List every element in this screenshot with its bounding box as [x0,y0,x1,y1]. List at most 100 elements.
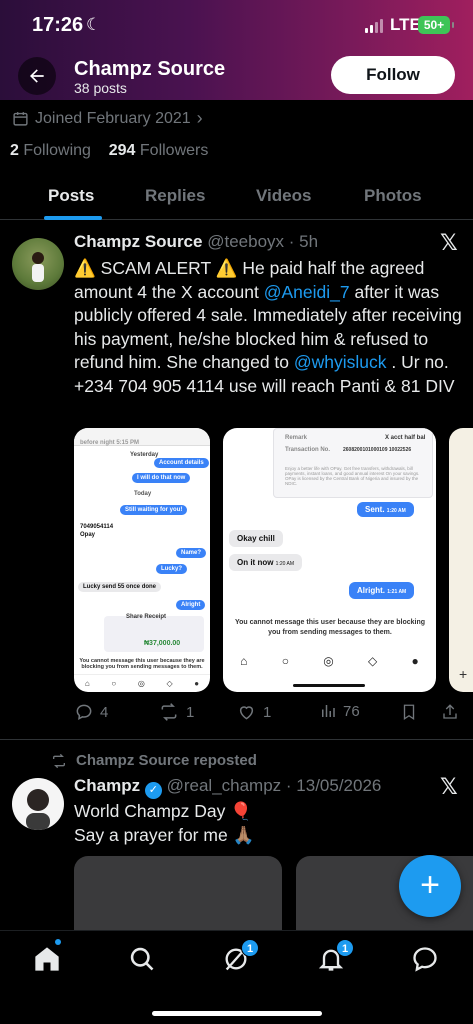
view-count: 76 [343,702,360,720]
post-actions: 4 1 1 76 [74,702,466,726]
network-label: LTE [390,15,421,34]
tab-videos[interactable]: Videos [256,186,311,206]
status-time: 17:26 [32,14,84,36]
heart-icon [239,706,254,720]
post-author: Champz ✓ @real_champz · 13/05/2026 [74,776,381,799]
like-count: 1 [263,703,272,721]
chat-bubble: Still waiting for you! [120,505,188,515]
following-label: Following [23,142,91,159]
repost-count: 1 [186,703,195,721]
media-image-1[interactable]: before night 5:15 PM Yesterday Account d… [74,428,210,692]
receipt-value: X acct half bal [385,435,426,441]
post-author: Champz Source @teeboyx · 5h [74,232,318,252]
moon-icon: ☾ [86,15,102,34]
calendar-icon [13,112,28,126]
chat-time: 1:21 AM [387,589,407,595]
bottom-nav: 1 1 [0,930,473,1024]
repost-icon [161,703,177,721]
profile-name: Champz Source [74,58,226,80]
compose-button[interactable]: + [399,855,461,917]
chat-header: before night 5:15 PM [80,440,140,446]
author-handle: @teeboyx · 5h [207,232,319,251]
media-image-2[interactable]: Remark X acct half bal Transaction No. 2… [223,428,436,692]
follow-stats: 2 Following 294 Followers [10,142,208,160]
repost-button[interactable]: 1 [158,702,194,722]
chat-bubble-text: On it now [237,558,274,567]
chat-bubble: Lucky send 55 once done [78,582,162,592]
nav-home[interactable] [33,945,63,975]
receipt-value: 2608200101000109 10022526 [343,447,412,453]
post-count: 38 posts [74,80,127,96]
chat-bubble: Okay chill [229,530,283,547]
like-button[interactable]: 1 [236,702,271,722]
chat-blocked-notice: You cannot message this user because the… [79,658,205,670]
repost-indicator: Champz Source reposted [50,752,257,769]
followers-link[interactable]: 294 Followers [109,142,209,159]
post-divider [0,739,473,740]
chat-bubble-text: Sent. [365,505,385,514]
arrow-left-icon [30,69,44,83]
chat-date: Yesterday [130,452,159,458]
nav-search[interactable] [128,945,158,975]
receipt-label: Transaction No. [285,447,331,453]
chat-bubble: Sent. 1:20 AM [357,502,414,517]
tab-posts[interactable]: Posts [48,186,94,206]
bookmark-icon [403,704,415,721]
chat-date: Today [134,491,152,497]
reply-count: 4 [100,703,109,721]
plus-icon: + [420,866,440,904]
chat-time: 1:20 AM [386,508,406,514]
chat-bank: Opay [80,532,96,538]
chat-blocked-notice: You cannot message this user because the… [234,619,426,636]
chart-icon [322,705,335,717]
active-tab-indicator [44,216,102,220]
home-indicator [152,1011,322,1016]
notifications-badge: 1 [336,939,354,957]
joined-text: Joined February 2021 [35,109,191,127]
repost-label: Champz Source reposted [76,752,257,769]
mention-link[interactable]: @whyisluck [294,352,387,372]
following-link[interactable]: 2 Following [10,142,91,159]
chevron-right-icon[interactable]: › [197,108,203,129]
author-name[interactable]: Champz Source [74,232,202,251]
mention-link[interactable]: @Aneidi_7 [264,282,350,302]
tab-replies[interactable]: Replies [145,186,205,206]
nav-messages[interactable] [411,945,441,975]
receipt-promo: Enjoy a better life with OPay. Get free … [285,466,420,486]
chat-bubble: I will do that now [132,473,191,483]
chat-bubble: Lucky? [156,564,188,574]
following-count: 2 [10,142,19,159]
profile-tabs: Posts Replies Videos Photos [0,174,473,220]
share-button[interactable] [441,702,459,722]
chat-amount: ₦37,000.00 [144,640,181,647]
post-text: World Champz Day 🎈 Say a prayer for me 🙏… [74,800,466,847]
verified-badge-icon: ✓ [144,782,162,799]
home-icon [35,947,59,971]
media-image-3[interactable]: + [449,428,473,692]
media-image[interactable] [74,856,282,936]
signal-icon [365,19,383,33]
chat-bubble: Name? [176,548,207,558]
reply-icon [76,704,92,720]
chat-bubble: On it now 1:20 AM [229,554,303,571]
avatar[interactable] [12,778,64,830]
tab-photos[interactable]: Photos [364,186,422,206]
views-button[interactable]: 76 [319,702,360,720]
back-button[interactable] [18,57,56,95]
battery-icon: 50+ [418,16,454,34]
author-name[interactable]: Champz [74,776,140,795]
post-text-line: World Champz Day 🎈 [74,801,253,821]
avatar[interactable] [12,238,64,290]
chat-bubble: Alright [176,600,206,610]
repost-icon [53,753,65,768]
chat-receipt: Share Receipt [126,614,167,620]
bookmark-button[interactable] [400,702,418,722]
follow-button[interactable]: Follow [331,56,455,94]
receipt-label: Remark [285,435,308,441]
post-text-line: Say a prayer for me 🙏🏽 [74,824,255,845]
home-notification-dot [55,939,61,945]
share-icon [443,704,457,719]
x-logo-icon: 𝕏 [440,230,458,255]
reply-button[interactable]: 4 [74,702,108,722]
x-logo-icon: 𝕏 [440,774,458,799]
